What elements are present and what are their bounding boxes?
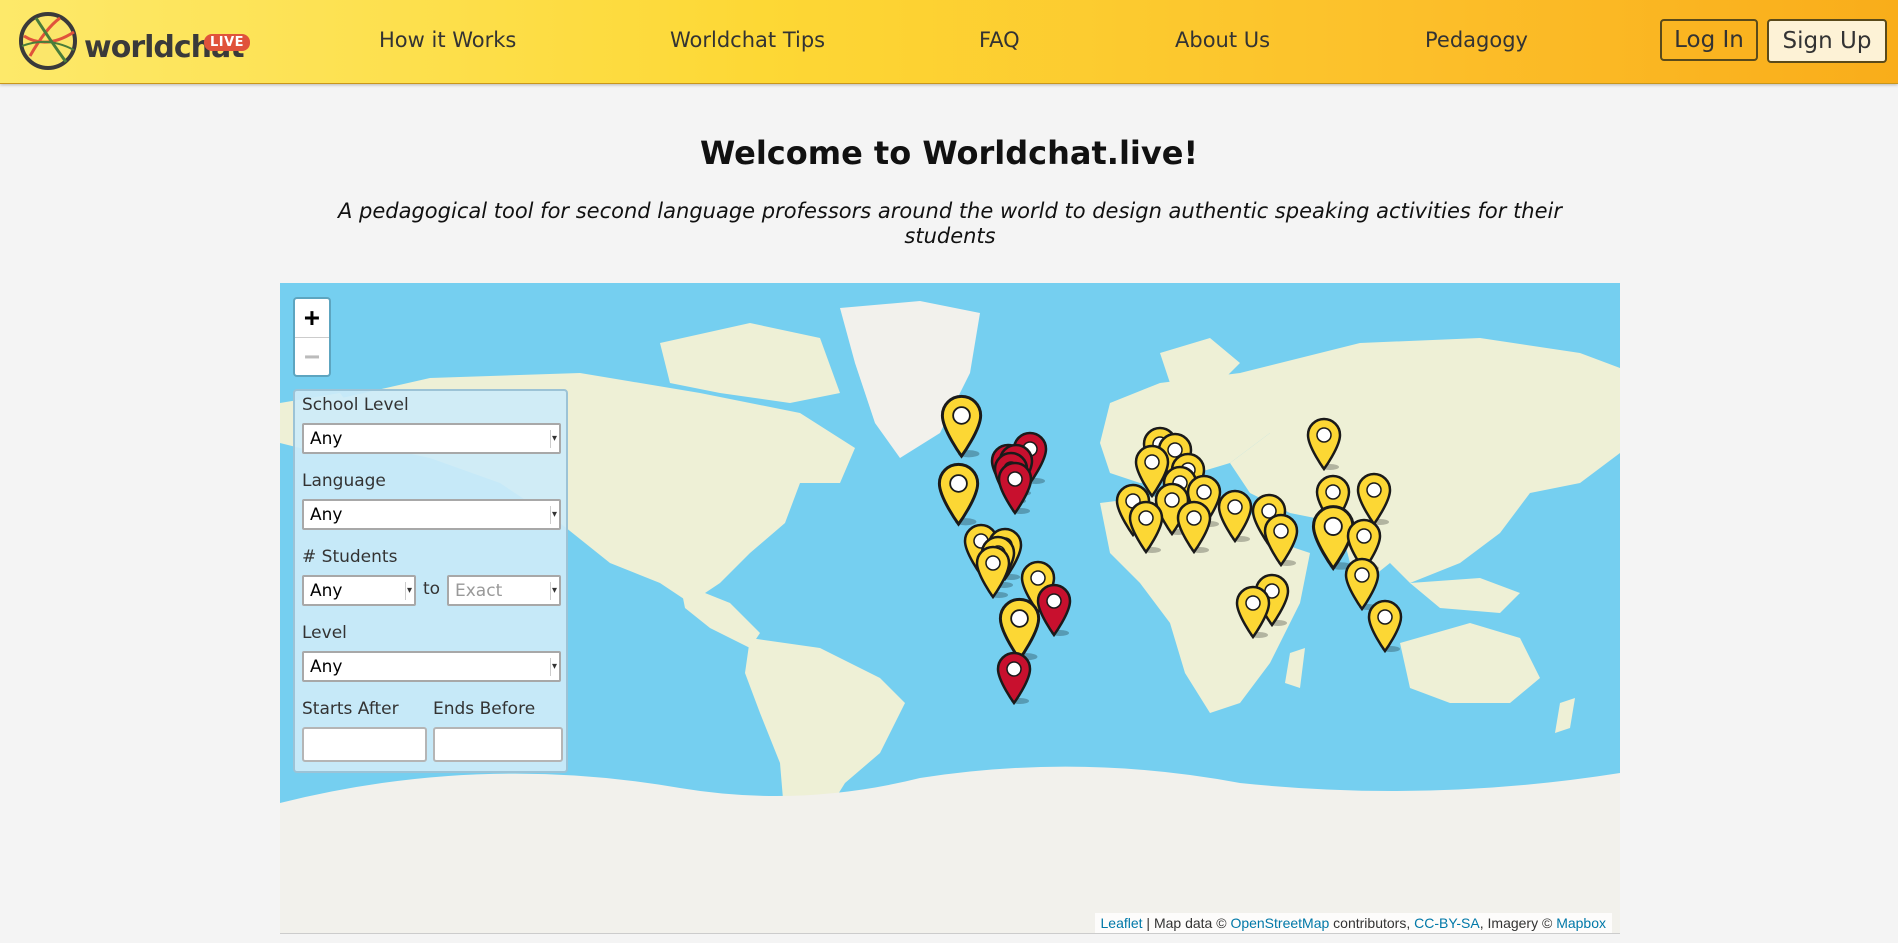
students-to-placeholder: Exact (455, 581, 503, 601)
level-label: Level (302, 623, 347, 643)
globe-logo-icon (19, 12, 77, 70)
map-marker-red[interactable] (996, 651, 1042, 709)
school-level-label: School Level (302, 395, 409, 415)
world-map[interactable]: + − School Level Any ▾ Language Any ▾ # … (280, 283, 1620, 934)
students-label: # Students (302, 547, 398, 567)
level-value: Any (310, 657, 343, 677)
dropdown-arrow-icon: ▾ (549, 582, 557, 600)
dropdown-arrow-icon: ▾ (404, 582, 412, 600)
map-marker-yellow[interactable] (1176, 500, 1222, 558)
map-attribution: Leaflet | Map data © OpenStreetMap contr… (1094, 913, 1612, 933)
map-marker-red[interactable] (997, 461, 1043, 519)
students-from-select[interactable]: Any ▾ (302, 575, 416, 606)
attribution-text-2: contributors, (1329, 915, 1415, 931)
attribution-text-3: , Imagery © (1479, 915, 1557, 931)
dropdown-arrow-icon: ▾ (549, 506, 557, 524)
school-level-select[interactable]: Any ▾ (302, 423, 561, 454)
log-in-button[interactable]: Log In (1660, 19, 1758, 61)
starts-after-input[interactable] (302, 727, 427, 762)
attribution-text-1: | Map data © (1142, 915, 1231, 931)
page-title: Welcome to Worldchat.live! (699, 134, 1199, 172)
nav-how-it-works[interactable]: How it Works (379, 28, 516, 52)
map-marker-yellow[interactable] (1235, 585, 1281, 643)
filter-panel: School Level Any ▾ Language Any ▾ # Stud… (293, 389, 568, 773)
students-from-value: Any (310, 581, 343, 601)
students-to-select[interactable]: Exact ▾ (447, 575, 561, 606)
top-navbar: worldchat LIVE How it Works Worldchat Ti… (0, 0, 1898, 84)
leaflet-link[interactable]: Leaflet (1101, 915, 1143, 931)
nav-about-us[interactable]: About Us (1175, 28, 1270, 52)
language-label: Language (302, 471, 386, 491)
map-marker-yellow[interactable] (1263, 513, 1309, 571)
dropdown-arrow-icon: ▾ (549, 658, 557, 676)
school-level-value: Any (310, 429, 343, 449)
nav-worldchat-tips[interactable]: Worldchat Tips (670, 28, 825, 52)
nav-pedagogy[interactable]: Pedagogy (1425, 28, 1528, 52)
map-marker-yellow[interactable] (1306, 417, 1352, 475)
page-subtitle: A pedagogical tool for second language p… (337, 199, 1563, 248)
nav-faq[interactable]: FAQ (979, 28, 1020, 52)
dropdown-arrow-icon: ▾ (549, 430, 557, 448)
students-to-text: to (423, 579, 441, 599)
worldchat-logo[interactable]: worldchat LIVE (16, 10, 251, 72)
zoom-in-button[interactable]: + (295, 299, 329, 337)
map-marker-yellow[interactable] (1367, 599, 1413, 657)
zoom-control: + − (293, 297, 331, 377)
map-marker-yellow[interactable] (940, 393, 995, 464)
ends-before-label: Ends Before (433, 699, 536, 719)
cc-by-sa-link[interactable]: CC-BY-SA (1414, 915, 1480, 931)
logo-live-badge: LIVE (204, 34, 251, 51)
starts-after-label: Starts After (302, 699, 399, 719)
language-value: Any (310, 505, 343, 525)
map-marker-yellow[interactable] (1128, 500, 1174, 558)
mapbox-link[interactable]: Mapbox (1556, 915, 1606, 931)
map-marker-yellow[interactable] (975, 545, 1021, 603)
openstreetmap-link[interactable]: OpenStreetMap (1230, 915, 1329, 931)
language-select[interactable]: Any ▾ (302, 499, 561, 530)
ends-before-input[interactable] (433, 727, 563, 762)
level-select[interactable]: Any ▾ (302, 651, 561, 682)
map-marker-yellow[interactable] (937, 461, 992, 532)
sign-up-button[interactable]: Sign Up (1767, 19, 1887, 63)
zoom-out-button[interactable]: − (295, 337, 329, 376)
